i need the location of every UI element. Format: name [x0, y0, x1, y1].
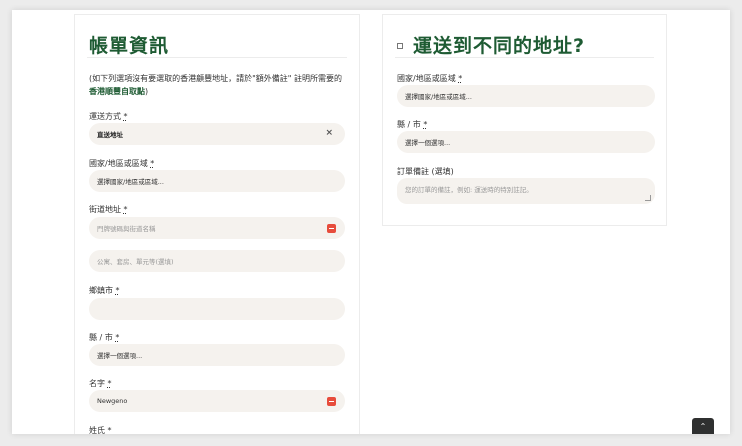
- billing-title-divider: [87, 57, 347, 58]
- billing-country-select[interactable]: 選擇國家/地區或區域...: [89, 170, 345, 192]
- billing-panel: 帳單資訊 (如下列選項沒有要選取的香港顧豐地址，請於"額外備註" 註明所需要的香…: [74, 14, 360, 434]
- ship-different-header: 運送到不同的地址?: [397, 31, 585, 58]
- street-address-line2-input[interactable]: 公寓、套房、單元等(選填): [89, 250, 345, 272]
- shipping-country-value: 選擇國家/地區或區域...: [405, 93, 472, 101]
- resize-handle-icon[interactable]: [645, 195, 651, 201]
- billing-country-value: 選擇國家/地區或區域...: [97, 178, 164, 186]
- shipping-county-value: 選擇一個選項...: [405, 139, 451, 147]
- sf-pickup-link[interactable]: 香港順豐自取點: [89, 87, 145, 96]
- first-name-label: 名字 *: [89, 379, 112, 388]
- shipping-method-value: 直送地址: [97, 131, 123, 139]
- last-name-label: 姓氏 *: [89, 426, 112, 434]
- shipping-method-label: 運送方式 *: [89, 112, 128, 121]
- autofill-icon[interactable]: [327, 397, 336, 406]
- township-input[interactable]: [89, 298, 345, 320]
- shipping-county-select[interactable]: 選擇一個選項...: [397, 131, 655, 153]
- billing-county-value: 選擇一個選項...: [97, 352, 143, 360]
- shipping-county-label: 縣 / 市 *: [397, 120, 428, 129]
- street-address-input[interactable]: 門牌號碼與街道名稱: [89, 217, 345, 239]
- billing-notice: (如下列選項沒有要選取的香港顧豐地址，請於"額外備註" 註明所需要的香港順豐自取…: [89, 72, 349, 98]
- shipping-title: 運送到不同的地址?: [413, 35, 586, 57]
- shipping-country-select[interactable]: 選擇國家/地區或區域...: [397, 85, 655, 107]
- chevron-up-icon: ⌃: [699, 421, 707, 431]
- ship-different-checkbox[interactable]: [397, 42, 403, 49]
- order-notes-label: 訂單備註 (選填): [397, 167, 454, 176]
- scroll-to-top-button[interactable]: ⌃: [692, 418, 714, 434]
- order-notes-textarea[interactable]: 您的訂單的備註，例如: 運送時的特別註記。: [397, 178, 655, 204]
- billing-county-select[interactable]: 選擇一個選項...: [89, 344, 345, 366]
- shipping-title-divider: [395, 57, 654, 58]
- township-label: 鄉鎮市 *: [89, 286, 120, 295]
- page-frame: 帳單資訊 (如下列選項沒有要選取的香港顧豐地址，請於"額外備註" 註明所需要的香…: [12, 10, 730, 434]
- shipping-country-label: 國家/地區或區域 *: [397, 74, 463, 83]
- street-address-placeholder: 門牌號碼與街道名稱: [97, 225, 156, 233]
- autofill-icon[interactable]: [327, 224, 336, 233]
- billing-country-label: 國家/地區或區域 *: [89, 159, 155, 168]
- first-name-input[interactable]: Newgeno: [89, 390, 345, 412]
- shipping-method-select[interactable]: 直送地址 ×: [89, 123, 345, 145]
- notice-text: (如下列選項沒有要選取的香港顧豐地址，請於"額外備註" 註明所需要的: [89, 74, 343, 83]
- street-address-label: 街道地址 *: [89, 205, 128, 214]
- order-notes-placeholder: 您的訂單的備註，例如: 運送時的特別註記。: [405, 186, 533, 194]
- billing-county-label: 縣 / 市 *: [89, 333, 120, 342]
- clear-icon[interactable]: ×: [325, 128, 333, 138]
- notice-suffix: ): [145, 87, 149, 96]
- street-address-line2-placeholder: 公寓、套房、單元等(選填): [97, 258, 174, 266]
- shipping-panel: 運送到不同的地址? 國家/地區或區域 * 選擇國家/地區或區域... 縣 / 市…: [382, 14, 667, 226]
- billing-title: 帳單資訊: [89, 35, 170, 57]
- first-name-value: Newgeno: [97, 397, 128, 405]
